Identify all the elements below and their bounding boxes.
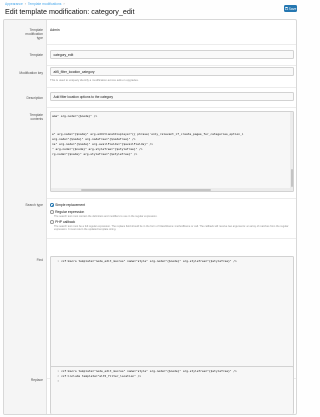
label-column xyxy=(4,20,47,414)
search-type-label: Search type xyxy=(25,203,43,207)
modification-key-label: Modification key xyxy=(19,71,43,75)
breadcrumb: Appearance › Template modifications › xyxy=(5,2,67,6)
radio-simple-replacement[interactable]: Simple replacement xyxy=(50,203,85,207)
code-line: " arg-node="{$node}" arg-styleTree="{$st… xyxy=(52,146,143,151)
divider xyxy=(47,107,296,108)
code-line: rg-node="{$node}" arg-styleTree="{$style… xyxy=(52,151,138,156)
page-title: Edit template modification: category_edi… xyxy=(5,7,135,16)
horizontal-scrollbar[interactable] xyxy=(51,188,293,191)
divider xyxy=(47,238,296,239)
save-button-label: Save xyxy=(288,6,297,11)
line-number: 3 xyxy=(57,378,59,383)
radio-hint: The search text must contain the delimit… xyxy=(54,215,158,218)
scrollbar-thumb[interactable] xyxy=(81,188,211,191)
replace-editor[interactable]: 1 <xf:macro template="node_edit_macros" … xyxy=(50,366,294,414)
radio-label: PHP callback xyxy=(55,220,76,224)
code-line: <xf:macro template="node_edit_macros" na… xyxy=(61,368,237,373)
radio-label: Regular expression xyxy=(55,210,85,214)
code-line: arg-node="{$node}" arg-nodeTree="{$nodeT… xyxy=(52,136,136,141)
line-number: 1 xyxy=(57,258,59,263)
description-label: Description xyxy=(26,96,44,100)
vertical-scrollbar[interactable] xyxy=(290,112,293,191)
breadcrumb-separator: › xyxy=(24,1,26,6)
divider xyxy=(47,65,296,66)
modification-key-input[interactable]: alt5_filter_location_category xyxy=(50,67,294,76)
modification-type-label: Template modification type xyxy=(25,28,43,41)
radio-regular-expression[interactable]: Regular expression xyxy=(50,210,84,214)
save-icon xyxy=(284,6,288,11)
radio-php-callback[interactable]: PHP callback xyxy=(50,220,75,224)
line-number: 2 xyxy=(57,373,59,378)
find-editor[interactable]: 1 <xf:macro template="node_edit_macros" … xyxy=(50,256,294,371)
radio-unchecked-icon xyxy=(50,220,54,224)
template-input[interactable]: category_edit xyxy=(50,50,294,59)
scrollbar-thumb[interactable] xyxy=(290,169,293,187)
save-button[interactable]: Save xyxy=(284,5,297,12)
modification-key-hint: This is used to uniquely identify a modi… xyxy=(50,78,139,82)
divider xyxy=(47,87,296,88)
edit-form: Template modification type Admin Templat… xyxy=(3,19,297,415)
divider xyxy=(47,198,296,199)
template-contents-label: Template contents xyxy=(29,113,43,122)
radio-hint: The search text must be a full regular e… xyxy=(54,225,289,232)
template-contents-editor[interactable]: ame" arg-node="{$node}" /> e" arg-node="… xyxy=(50,111,294,192)
code-line: ns" arg-node="{$node}" arg-availFields="… xyxy=(52,141,153,146)
code-line: e" arg-node="{$node}" arg-additionalDisp… xyxy=(52,131,244,136)
code-line: ame" arg-node="{$node}" /> xyxy=(52,113,98,118)
radio-label: Simple replacement xyxy=(55,203,86,207)
code-line: <xf:macro template="node_edit_macros" na… xyxy=(61,258,237,263)
breadcrumb-link-appearance[interactable]: Appearance xyxy=(5,2,23,6)
divider xyxy=(47,44,296,45)
line-number: 1 xyxy=(57,368,59,373)
breadcrumb-link-template-modifications[interactable]: Template modifications xyxy=(28,2,62,6)
modification-type-value: Admin xyxy=(50,28,60,32)
replace-label: Replace xyxy=(30,378,43,382)
breadcrumb-separator: › xyxy=(63,1,65,6)
radio-checked-icon xyxy=(50,203,54,207)
description-input[interactable]: Add filter location options to the categ… xyxy=(50,92,294,101)
radio-unchecked-icon xyxy=(50,210,54,214)
code-line: <xf:include template="alt5_filter_locati… xyxy=(61,373,142,378)
find-label: Find xyxy=(36,258,43,262)
template-label: Template xyxy=(29,53,43,57)
